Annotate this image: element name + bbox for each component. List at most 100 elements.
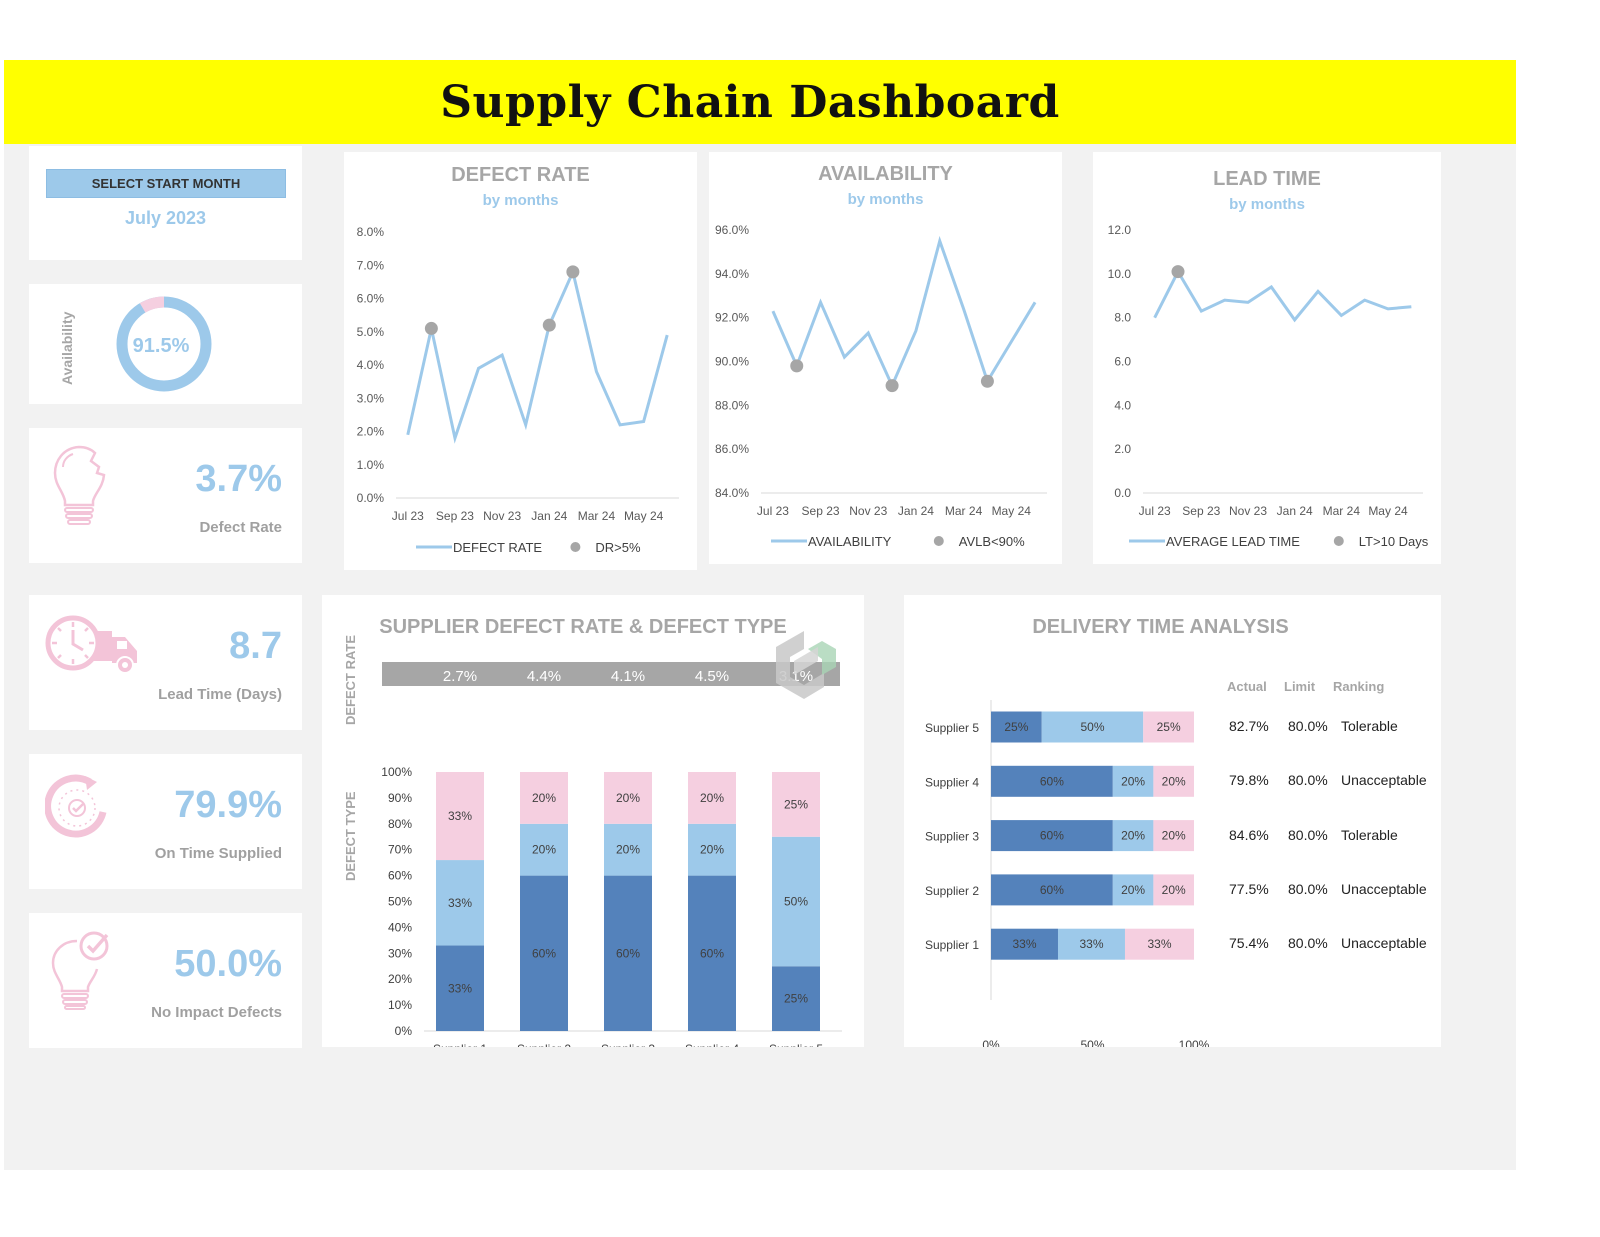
bar-data-label: 60% — [616, 946, 640, 960]
x-tick-label: 0% — [982, 1038, 1000, 1047]
bar-data-label: 20% — [532, 843, 556, 857]
availability-line-chart: 84.0% 86.0% 88.0% 90.0% 92.0% 94.0% 96.0% Jul 2… — [715, 223, 1047, 549]
data-point — [525, 424, 527, 426]
y-tick-label: 88.0% — [715, 398, 749, 412]
y-tick-label: 90% — [388, 791, 412, 805]
selected-month-value[interactable]: July 2023 — [29, 208, 302, 229]
bar-data-label: 20% — [532, 791, 556, 805]
x-tick-label: Mar 24 — [1323, 504, 1361, 518]
on-time-value: 79.9% — [174, 784, 282, 826]
lead-time-kpi-card: 8.7 Lead Time (Days) — [29, 595, 302, 730]
ranking-value: Unacceptable — [1341, 935, 1427, 952]
y-tick-label: 86.0% — [715, 442, 749, 456]
bar-data-label: 33% — [448, 981, 472, 995]
on-time-kpi-card: 79.9% On Time Supplied — [29, 754, 302, 889]
data-point — [478, 367, 480, 369]
data-point — [595, 371, 597, 373]
x-tick-label: Jan 24 — [531, 509, 567, 523]
supplier-defect-rate-label: 4.5% — [695, 668, 729, 685]
lead-time-value: 8.7 — [229, 625, 282, 667]
dashboard-canvas: Supply Chain Dashboard SELECT START MONT… — [4, 60, 1516, 1170]
table-header-ranking: Ranking — [1333, 679, 1385, 694]
x-tick-label: Jan 24 — [898, 504, 934, 518]
bar-data-label: 20% — [1121, 829, 1145, 843]
limit-value: 80.0% — [1288, 826, 1328, 843]
x-tick-label: Supplier 4 — [685, 1042, 739, 1047]
x-tick-label: 50% — [1080, 1038, 1104, 1047]
clock-truck-icon — [45, 615, 137, 674]
x-tick-label: Sep 23 — [436, 509, 474, 523]
highlight-marker — [542, 318, 556, 332]
y-tick-label: 50% — [388, 895, 412, 909]
data-point — [1340, 314, 1342, 316]
data-point — [772, 310, 774, 312]
data-point — [867, 332, 869, 334]
x-tick-label: Mar 24 — [945, 504, 983, 518]
bar-data-label: 25% — [784, 797, 808, 811]
actual-value: 75.4% — [1229, 935, 1269, 952]
y-tick-label: 2.0 — [1114, 442, 1131, 456]
y-tick-label: 6.0 — [1114, 355, 1131, 369]
y-tick-label: 12.0 — [1108, 223, 1132, 237]
legend-label: AVERAGE LEAD TIME — [1166, 534, 1300, 549]
y-tick-label: Supplier 3 — [925, 830, 979, 844]
data-point — [1010, 341, 1012, 343]
data-point — [1034, 301, 1036, 303]
limit-value: 80.0% — [1288, 718, 1328, 734]
y-tick-label: 96.0% — [715, 223, 749, 237]
x-tick-label: Jul 23 — [1139, 504, 1171, 518]
x-tick-label: Supplier 5 — [769, 1042, 823, 1047]
lead-time-chart-card: LEAD TIME by months 0.0 2.0 4.0 6.0 8.0 10.0 1… — [1093, 152, 1441, 564]
legend-marker-swatch — [933, 536, 944, 546]
y-tick-label: 8.0 — [1114, 311, 1131, 325]
data-point — [501, 354, 503, 356]
x-tick-label: Nov 23 — [849, 504, 887, 518]
lightbulb-check-icon — [51, 931, 109, 1010]
availability-kpi-card: Availability 91.5% — [29, 284, 302, 404]
select-start-month-button[interactable]: SELECT START MONTH — [46, 169, 286, 198]
bar-data-label: 20% — [1121, 774, 1145, 788]
data-point — [915, 330, 917, 332]
data-point — [619, 424, 621, 426]
delivery-time-chart-card: DELIVERY TIME ANALYSIS Supplier 5 25% 50% 2… — [904, 595, 1441, 1047]
x-tick-label: Sep 23 — [802, 504, 840, 518]
x-tick-label: Jul 23 — [757, 504, 789, 518]
legend-label: LT>10 Days — [1359, 534, 1429, 549]
actual-value: 84.6% — [1229, 826, 1269, 843]
x-tick-label: Supplier 2 — [517, 1042, 571, 1047]
on-time-label: On Time Supplied — [154, 845, 282, 862]
legend-marker-swatch — [1333, 536, 1344, 546]
data-point — [407, 434, 409, 436]
data-point — [1410, 306, 1412, 308]
supplier-defect-rate-label: 4.1% — [611, 668, 645, 685]
bar-data-label: 33% — [1012, 937, 1036, 951]
data-point — [1294, 319, 1296, 321]
bar-data-label: 25% — [784, 992, 808, 1006]
bar-data-label: 20% — [1121, 883, 1145, 897]
legend-label: AVAILABILITY — [808, 534, 892, 549]
bar-data-label: 50% — [1080, 720, 1104, 734]
bar-data-label: 25% — [1157, 720, 1181, 734]
legend-label: DEFECT RATE — [453, 540, 542, 555]
series-line-average-lead-time — [1153, 268, 1412, 323]
bar-data-label: 20% — [700, 843, 724, 857]
title-banner: Supply Chain Dashboard — [4, 60, 1516, 144]
x-tick-label: May 24 — [1368, 504, 1408, 518]
y-tick-label: 40% — [388, 920, 412, 934]
limit-value: 80.0% — [1288, 772, 1328, 789]
y-tick-label: 84.0% — [715, 486, 749, 500]
y-tick-label: 10.0 — [1108, 267, 1132, 281]
x-tick-label: Mar 24 — [578, 509, 616, 523]
data-point — [1224, 299, 1226, 301]
y-tick-label: Supplier 1 — [925, 938, 979, 952]
watermark-logo-icon — [776, 631, 836, 699]
bar-data-label: 33% — [1147, 937, 1171, 951]
defect-rate-label: Defect Rate — [199, 519, 282, 536]
y-tick-label: 70% — [388, 843, 412, 857]
lead-time-line-chart: 0.0 2.0 4.0 6.0 8.0 10.0 12.0 Jul 23 Sep 23 Nov 2… — [1108, 223, 1429, 549]
bar-data-label: 33% — [448, 809, 472, 823]
clock-check-icon — [45, 774, 107, 838]
supplier-defect-rate-label: 2.7% — [443, 668, 477, 685]
data-point — [1154, 317, 1156, 319]
y-tick-label: Supplier 4 — [925, 775, 979, 789]
